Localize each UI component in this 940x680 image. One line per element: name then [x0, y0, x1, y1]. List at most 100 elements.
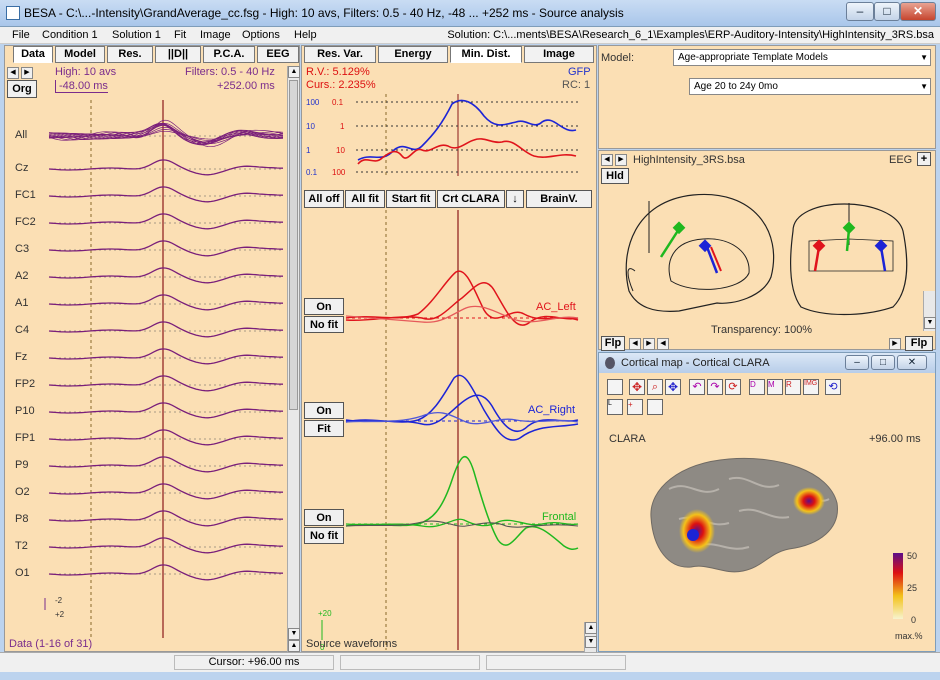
head-scroll-left-icon[interactable]: ◀ [629, 338, 641, 350]
eeg-trace [48, 510, 284, 527]
menu-image[interactable]: Image [200, 29, 231, 41]
rotate-left-icon[interactable]: ↶ [689, 379, 705, 395]
source-scroll-down-icon[interactable]: ▼ [585, 636, 597, 648]
tab-res-var[interactable]: Res. Var. [304, 46, 376, 63]
eeg-trace [48, 456, 284, 473]
scroll-thumb[interactable] [289, 80, 298, 410]
menu-condition[interactable]: Condition 1 [42, 29, 98, 41]
brain-app-icon [605, 357, 615, 369]
age-select[interactable]: Age 20 to 24y 0mo ▼ [689, 78, 931, 95]
brainv-button[interactable]: BrainV. [526, 190, 592, 208]
colorbar-mid: 25 [907, 583, 918, 593]
channel-label: A2 [15, 270, 29, 282]
head-scroll-right2-icon[interactable]: ▶ [889, 338, 901, 350]
channel-label: P9 [15, 459, 29, 471]
data-footer: Data (1-16 of 31) [9, 638, 93, 650]
head-scroll-down-icon[interactable]: ▼ [924, 317, 936, 329]
view-right-icon[interactable] [647, 399, 663, 415]
side-head-outline [625, 193, 775, 312]
tab-energy[interactable]: Energy [378, 46, 448, 63]
head-next-icon[interactable]: ▶ [615, 154, 627, 166]
arrow-down-icon[interactable]: ↓ [506, 190, 524, 208]
rotate-head-icon[interactable]: ⟲ [825, 379, 841, 395]
crt-clara-button[interactable]: Crt CLARA [437, 190, 505, 208]
status-pane [340, 655, 480, 670]
ac-right-fit-button[interactable]: Fit [304, 420, 344, 437]
minimize-button[interactable]: – [846, 2, 874, 21]
ac-left-fit-button[interactable]: No fit [304, 316, 344, 333]
face-icon[interactable] [607, 379, 623, 395]
view-l-icon[interactable]: L [607, 399, 623, 415]
activation-right [793, 487, 825, 515]
ac-left-on-button[interactable]: On [304, 298, 344, 315]
menu-options[interactable]: Options [242, 29, 280, 41]
dropdown-arrow-icon[interactable]: ▼ [920, 79, 928, 94]
rv-y2: 10 [336, 146, 345, 155]
channel-label: Cz [15, 162, 29, 174]
menu-help[interactable]: Help [294, 29, 317, 41]
all-fit-button[interactable]: All fit [345, 190, 385, 208]
rotate-right-icon[interactable]: ↷ [707, 379, 723, 395]
view-d-icon[interactable]: D [749, 379, 765, 395]
view-img-icon[interactable]: IMG [803, 379, 819, 395]
pan-icon[interactable]: ✥ [665, 379, 681, 395]
head-prev-icon[interactable]: ◀ [601, 154, 613, 166]
start-fit-button[interactable]: Start fit [386, 190, 436, 208]
move-icon[interactable]: ✥ [629, 379, 645, 395]
ac-right-on-button[interactable]: On [304, 402, 344, 419]
tab-res[interactable]: Res. [107, 46, 153, 63]
source-scroll-up-icon[interactable]: ▲ [585, 622, 597, 634]
eeg-trace [48, 429, 284, 446]
view-r-icon[interactable]: R [785, 379, 801, 395]
rotate-icon[interactable]: ⟳ [725, 379, 741, 395]
data-scrollbar[interactable]: ▲ ▼ ▲ [287, 66, 300, 652]
tab-pca[interactable]: P.C.A. [203, 46, 255, 63]
source-scrollbar[interactable]: ▲ ▼ [584, 622, 597, 652]
cortical-maximize-button[interactable]: □ [871, 355, 895, 370]
head-scroll-left2-icon[interactable]: ◀ [657, 338, 669, 350]
eeg-trace [48, 186, 284, 203]
prev-arrow-icon[interactable]: ◀ [7, 67, 19, 79]
model-panel: Model: Age-appropriate Template Models ▼… [598, 45, 936, 149]
eeg-traces [44, 100, 284, 638]
flp-left-button[interactable]: Flp [601, 336, 625, 351]
scroll-down-icon[interactable]: ▼ [288, 628, 300, 640]
model-select[interactable]: Age-appropriate Template Models ▼ [673, 49, 931, 66]
eeg-trace [48, 159, 284, 176]
channel-label: Fz [15, 351, 28, 363]
next-arrow-icon[interactable]: ▶ [21, 67, 33, 79]
data-panel: Data Model Res. ||D|| P.C.A. EEG ◀ ▶ Org… [4, 45, 300, 652]
eeg-trace [48, 375, 284, 392]
head-scrollbar[interactable]: ▼ [923, 291, 936, 331]
view-front-icon[interactable]: + [627, 399, 643, 415]
menu-file[interactable]: File [12, 29, 30, 41]
eeg-trace [48, 564, 284, 581]
all-off-button[interactable]: All off [304, 190, 344, 208]
eeg-label: EEG [889, 154, 913, 166]
scroll-up-icon[interactable]: ▲ [288, 66, 300, 78]
tab-min-dist[interactable]: Min. Dist. [450, 46, 522, 63]
curs-label: Curs.: 2.235% [306, 79, 376, 91]
zoom-icon[interactable]: ⌕ [647, 379, 663, 395]
tab-data[interactable]: Data [13, 46, 53, 63]
tab-model[interactable]: Model [55, 46, 105, 63]
plus-button[interactable]: + [917, 152, 931, 166]
frontal-fit-button[interactable]: No fit [304, 527, 344, 544]
cortical-minimize-button[interactable]: – [845, 355, 869, 370]
frontal-on-button[interactable]: On [304, 509, 344, 526]
menu-fit[interactable]: Fit [174, 29, 186, 41]
scroll-end-icon[interactable]: ▲ [288, 640, 300, 652]
close-button[interactable]: ✕ [900, 2, 936, 21]
maximize-button[interactable]: □ [874, 2, 900, 21]
org-button[interactable]: Org [7, 80, 37, 98]
flp-right-button[interactable]: Flp [905, 336, 933, 351]
channel-label: FC2 [15, 216, 36, 228]
view-m-icon[interactable]: M [767, 379, 783, 395]
tab-d[interactable]: ||D|| [155, 46, 201, 63]
cortical-close-button[interactable]: ✕ [897, 355, 927, 370]
dropdown-arrow-icon[interactable]: ▼ [920, 50, 928, 65]
menu-solution[interactable]: Solution 1 [112, 29, 161, 41]
tab-eeg[interactable]: EEG [257, 46, 299, 63]
tab-image[interactable]: Image [524, 46, 594, 63]
head-scroll-right-icon[interactable]: ▶ [643, 338, 655, 350]
